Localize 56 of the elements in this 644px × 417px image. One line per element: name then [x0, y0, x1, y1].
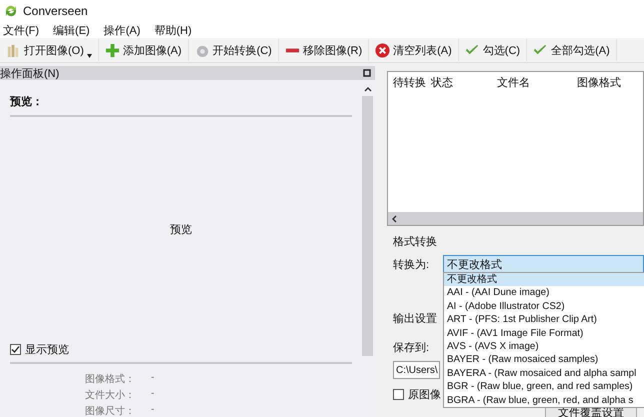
column-header[interactable]: 图像格式	[577, 75, 643, 90]
file-list[interactable]: 待转换 状态 文件名 图像格式	[387, 71, 644, 226]
group-title: 输出设置	[393, 312, 437, 326]
toolbar-button[interactable]: 移除图像(R)	[278, 39, 370, 61]
caret-icon	[86, 54, 92, 58]
scroll-up-icon[interactable]	[364, 86, 372, 92]
dropdown-option[interactable]: BAYER - (Raw mosaiced samples)	[444, 353, 644, 367]
toolbar-button[interactable]: 打开图像(O)	[0, 39, 99, 61]
menu-item[interactable]: 文件(F)	[3, 22, 40, 38]
info-label: 图像格式：	[85, 372, 135, 386]
checkbox-label: 原图像	[408, 388, 441, 402]
scroll-left-icon[interactable]	[391, 214, 397, 222]
column-header[interactable]: 文件名	[497, 75, 577, 90]
info-value: -	[151, 372, 154, 385]
window-title: Converseen	[23, 4, 88, 18]
toolbar-button[interactable]: 添加图像(A)	[98, 39, 189, 61]
dropdown-option[interactable]: BGRA - (Raw blue, green, red, and alpha s	[444, 394, 644, 407]
dropdown-option[interactable]: BAYERA - (Raw mosaiced and alpha sampl	[444, 366, 644, 380]
dropdown-option[interactable]: 不更改格式	[444, 273, 644, 286]
field-label: 保存到:	[393, 341, 430, 355]
column-header[interactable]: 状态	[431, 75, 497, 90]
checkbox[interactable]	[393, 389, 404, 400]
scrollbar-thumb[interactable]	[362, 96, 373, 356]
dropdown-option[interactable]: AAI - (AAI Dune image)	[444, 286, 644, 300]
books-icon	[6, 42, 21, 58]
menu-item[interactable]: 操作(A)	[104, 22, 140, 38]
toolbar-button[interactable]: 全部勾选(A)	[527, 39, 617, 61]
preview-heading: 预览：	[10, 94, 352, 117]
info-value: -	[151, 404, 154, 417]
checkbox[interactable]	[10, 344, 21, 355]
dropdown-option[interactable]: ART - (PFS: 1st Publisher Clip Art)	[444, 313, 644, 327]
info-label: 文件大小：	[85, 388, 135, 402]
horizontal-scrollbar[interactable]	[388, 212, 643, 225]
dropdown-option[interactable]: AVS - (AVS X image)	[444, 340, 644, 354]
menu-item[interactable]: 帮助(H)	[154, 22, 192, 38]
menu-item[interactable]: 编辑(E)	[53, 22, 90, 38]
preview-label: 预览	[170, 223, 192, 237]
dropdown-option[interactable]: BGR - (Raw blue, green, and red samples)	[444, 380, 644, 394]
dropdown-option[interactable]: AI - (Adobe Illustrator CS2)	[444, 300, 644, 314]
field-label: 转换为:	[393, 258, 430, 272]
restore-icon[interactable]	[363, 69, 371, 77]
toolbar-button[interactable]: 勾选(C)	[458, 39, 528, 61]
panel-title: 操作面板(N)	[0, 66, 60, 80]
toolbar-button[interactable]: 开始转换(C)	[188, 39, 279, 61]
group-title: 格式转换	[393, 235, 438, 249]
format-dropdown[interactable]: 不更改格式	[443, 255, 644, 273]
app-logo-icon	[4, 4, 18, 18]
toolbar-button[interactable]: 清空列表(A)	[369, 39, 459, 61]
dropdown-option[interactable]: AVIF - (AV1 Image File Format)	[444, 326, 644, 340]
column-header[interactable]: 待转换	[393, 75, 431, 90]
path-field[interactable]: C:\Users\	[393, 361, 440, 379]
info-value: -	[151, 388, 154, 401]
plus-icon	[104, 42, 120, 58]
checkbox-label: 显示预览	[25, 343, 69, 357]
info-label: 图像尺寸：	[85, 404, 135, 417]
close-icon	[375, 42, 390, 58]
